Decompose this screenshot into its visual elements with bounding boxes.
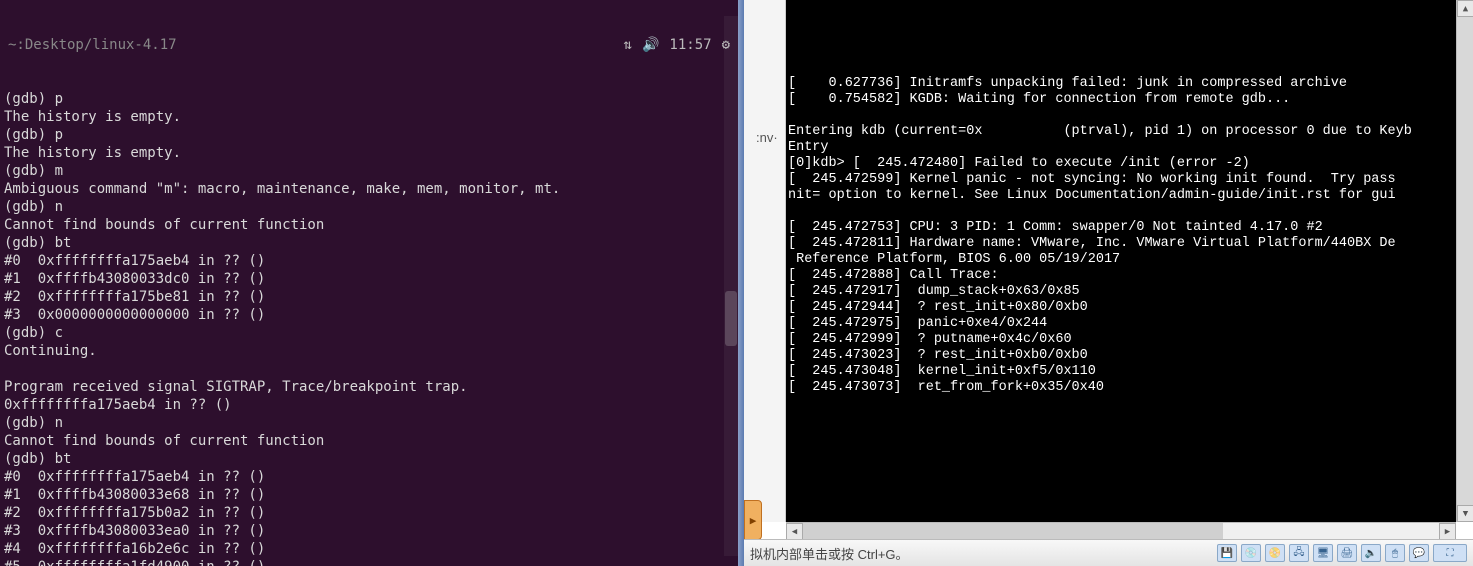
kernel-output: [ 0.627736] Initramfs unpacking failed: … (788, 76, 1454, 396)
right-vertical-scrollbar[interactable]: ▲ ▼ (1456, 0, 1473, 522)
scroll-down-arrow-icon[interactable]: ▼ (1457, 505, 1473, 522)
vm-side-tab-label: :nv· (756, 130, 778, 145)
display-icon[interactable]: 🖥 (1313, 544, 1333, 562)
volume-icon: 🔊 (642, 36, 659, 54)
printer-icon[interactable]: 🖨 (1337, 544, 1357, 562)
statusbar-icons: 💾 💿 📀 🖧 🖥 🖨 🔈 🖱 💬 ⛶ (1217, 544, 1467, 562)
scroll-up-arrow-icon[interactable]: ▲ (1457, 0, 1473, 17)
fullscreen-icon[interactable]: ⛶ (1433, 544, 1467, 562)
network-adapter-icon[interactable]: 🖧 (1289, 544, 1309, 562)
gdb-terminal[interactable]: ~:Desktop/linux-4.17 ⇅ 🔊 11:57 ⚙ (gdb) p… (0, 0, 738, 566)
right-hscroll-thumb[interactable] (803, 523, 1223, 540)
message-icon[interactable]: 💬 (1409, 544, 1429, 562)
vm-console-pane: :nv· ▶ [ 0.627736] Initramfs unpacking f… (744, 0, 1473, 566)
cdrom-icon[interactable]: 💿 (1241, 544, 1261, 562)
gdb-output: (gdb) p The history is empty. (gdb) p Th… (4, 90, 734, 566)
clock-text: 11:57 (669, 36, 711, 54)
statusbar-hint: 拟机内部单击或按 Ctrl+G。 (750, 544, 909, 563)
left-titlebar: ~:Desktop/linux-4.17 ⇅ 🔊 11:57 ⚙ (4, 36, 734, 54)
hscroll-track[interactable] (803, 523, 1439, 539)
network-icon: ⇅ (624, 36, 632, 54)
scroll-left-arrow-icon[interactable]: ◀ (786, 523, 803, 540)
left-scroll-thumb[interactable] (725, 291, 737, 346)
scroll-right-arrow-icon[interactable]: ▶ (1439, 523, 1456, 540)
left-scrollbar[interactable] (724, 16, 738, 556)
collapse-handle[interactable]: ▶ (744, 500, 762, 540)
vm-side-tab[interactable]: :nv· (744, 0, 786, 522)
right-horizontal-scrollbar[interactable]: ◀ ▶ (786, 522, 1456, 539)
vm-statusbar: 拟机内部单击或按 Ctrl+G。 💾 💿 📀 🖧 🖥 🖨 🔈 🖱 💬 ⛶ (744, 539, 1473, 566)
sound-icon[interactable]: 🔈 (1361, 544, 1381, 562)
usb-icon[interactable]: 🖱 (1385, 544, 1405, 562)
kernel-console[interactable]: [ 0.627736] Initramfs unpacking failed: … (786, 0, 1456, 522)
disk-icon[interactable]: 💾 (1217, 544, 1237, 562)
right-vscroll-thumb[interactable] (1457, 17, 1473, 505)
titlebar-path: ~:Desktop/linux-4.17 (8, 36, 177, 54)
floppy-icon[interactable]: 📀 (1265, 544, 1285, 562)
